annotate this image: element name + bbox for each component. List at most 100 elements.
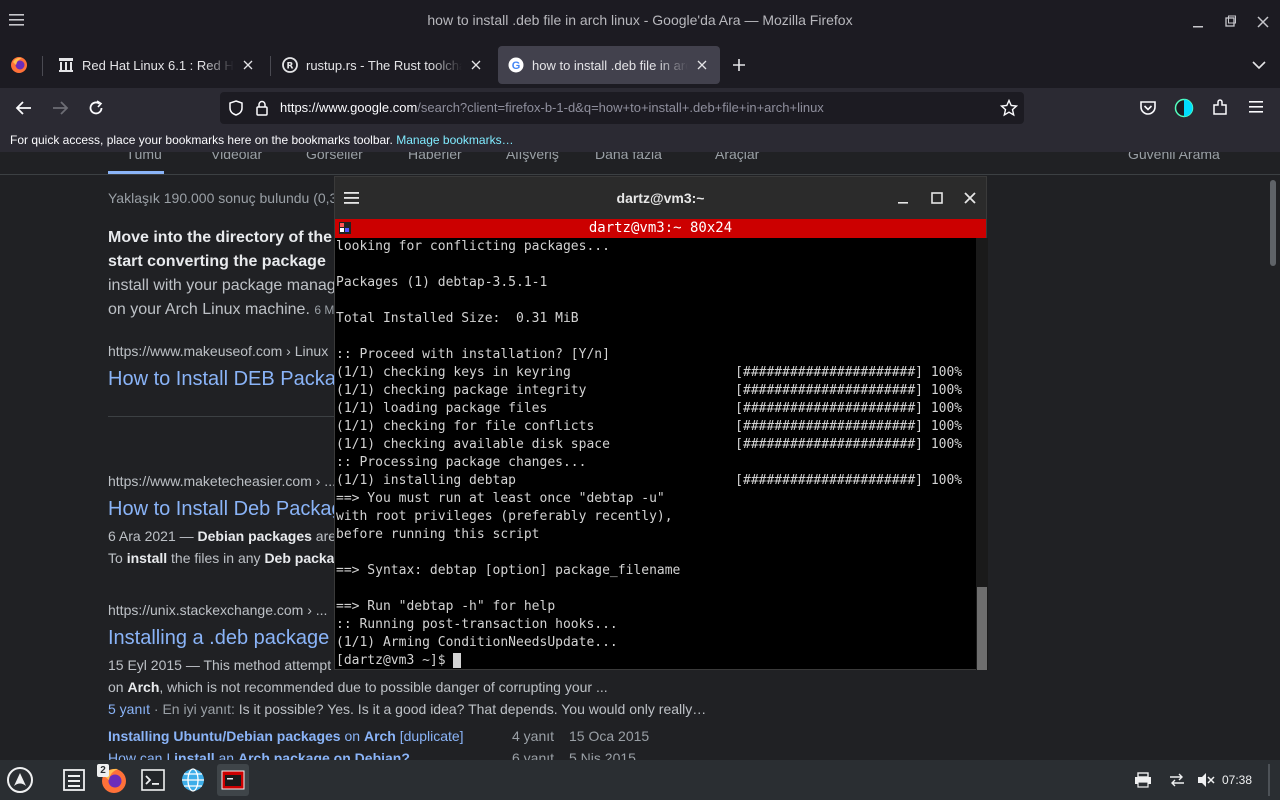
- terminal-line: (1/1) installing debtap [###############…: [336, 473, 963, 488]
- printer-icon[interactable]: [1134, 772, 1152, 788]
- tab-close-icon[interactable]: [468, 57, 484, 73]
- related-q-bold: Arch package on Debian?: [237, 750, 410, 760]
- terminal-app-icon: [339, 222, 351, 234]
- related-answers-count: 6 yanıt: [512, 750, 555, 760]
- tab-redhat[interactable]: Red Hat Linux 6.1 : Red Hat : Free: [48, 46, 266, 84]
- best-answer-prefix: · En iyi yanıt:: [150, 701, 239, 717]
- shield-icon[interactable]: [228, 100, 244, 116]
- tab-separator: [270, 56, 271, 76]
- related-q-bold: Arch: [363, 728, 396, 744]
- network-globe-icon[interactable]: [177, 764, 209, 796]
- result-text: the files in any: [167, 550, 265, 566]
- terminal-line: (1/1) checking for file conflicts [#####…: [336, 419, 963, 434]
- firefox-view-icon[interactable]: [10, 56, 28, 74]
- snippet-date: 6 M: [314, 303, 335, 317]
- url-text: https://www.google.com/search?client=fir…: [280, 100, 824, 115]
- close-icon[interactable]: [1253, 12, 1273, 32]
- terminal-line: Total Installed Size: 0.31 MiB: [336, 311, 579, 326]
- nav-tab-tools[interactable]: Araçlar: [715, 152, 759, 162]
- result-description: on Arch, which is not recommended due to…: [108, 679, 608, 695]
- terminal-close-icon[interactable]: [963, 191, 977, 205]
- clock[interactable]: 07:38: [1222, 773, 1252, 787]
- tab-close-icon[interactable]: [694, 57, 710, 73]
- tab-label: how to install .deb file in arch linux: [532, 57, 688, 73]
- bookmarks-hint: For quick access, place your bookmarks h…: [10, 133, 393, 147]
- forward-icon[interactable]: [51, 99, 69, 117]
- tab-rustup[interactable]: R rustup.rs - The Rust toolchain install…: [272, 46, 494, 84]
- manage-bookmarks-link[interactable]: Manage bookmarks…: [396, 133, 513, 147]
- network-disconnected-icon[interactable]: [1168, 772, 1186, 788]
- result-text: on: [108, 679, 128, 695]
- best-answer-text: Is it possible? Yes. Is it a good idea? …: [238, 701, 707, 717]
- back-icon[interactable]: [15, 99, 33, 117]
- terminal-line: ==> Syntax: debtap [option] package_file…: [336, 563, 681, 578]
- result-bold: Deb packa: [264, 550, 335, 566]
- firefox-taskbar-icon[interactable]: 2: [97, 764, 129, 796]
- terminal-line: ==> Run "debtap -h" for help: [336, 599, 556, 614]
- google-icon: G: [508, 57, 524, 73]
- svg-text:G: G: [512, 60, 521, 72]
- nav-tab-images[interactable]: Görseller: [306, 152, 363, 162]
- terminal-taskbar-icon[interactable]: [217, 764, 249, 796]
- terminal-scrollbar[interactable]: [976, 238, 988, 670]
- safe-search-button[interactable]: Güvenli Arama: [1128, 152, 1220, 162]
- result-title-link[interactable]: How to Install DEB Packa: [108, 368, 336, 391]
- maximize-icon[interactable]: [1220, 12, 1240, 32]
- result-divider: [108, 416, 338, 417]
- result-cite[interactable]: https://www.maketecheasier.com › ...: [108, 473, 336, 489]
- list-all-tabs-icon[interactable]: [1251, 57, 1267, 73]
- dark-reader-icon[interactable]: [1174, 98, 1194, 118]
- nav-tab-shopping[interactable]: Alışveriş: [506, 152, 559, 162]
- new-tab-icon[interactable]: [731, 57, 747, 73]
- result-cite[interactable]: https://unix.stackexchange.com › ...: [108, 602, 327, 618]
- nav-tab-news[interactable]: Haberler: [408, 152, 462, 162]
- terminal-line: ==> You must run at least once "debtap -…: [336, 491, 665, 506]
- result-bold: install: [126, 550, 168, 566]
- app-menu-icon[interactable]: [1248, 99, 1264, 115]
- result-cite[interactable]: https://www.makeuseof.com › Linux: [108, 343, 328, 359]
- url-host: https://www.google.com: [280, 100, 418, 115]
- result-title-link[interactable]: How to Install Deb Packag: [108, 498, 343, 521]
- terminal-line: (1/1) checking keys in keyring [########…: [336, 365, 963, 380]
- tab-google-search[interactable]: G how to install .deb file in arch linux: [498, 46, 720, 84]
- nav-tab-more[interactable]: Daha fazla: [595, 152, 662, 162]
- nav-tab-videos[interactable]: Videolar: [211, 152, 262, 162]
- app-launcher-icon[interactable]: [4, 764, 36, 796]
- terminal-line: :: Proceed with installation? [Y/n]: [336, 347, 610, 362]
- terminal-line: (1/1) checking package integrity [######…: [336, 383, 963, 398]
- page-scrollbar[interactable]: [1270, 180, 1276, 266]
- volume-muted-icon[interactable]: [1197, 772, 1215, 788]
- snippet-bold-1: Move into the directory of the: [108, 229, 333, 246]
- related-date: 5 Nis 2015: [569, 750, 636, 760]
- tab-close-icon[interactable]: [240, 57, 256, 73]
- related-date: 15 Oca 2015: [569, 728, 650, 744]
- lock-icon[interactable]: [255, 100, 269, 116]
- konsole-icon[interactable]: [137, 764, 169, 796]
- terminal-prompt-line[interactable]: [dartz@vm3 ~]$: [336, 652, 975, 670]
- extensions-icon[interactable]: [1211, 99, 1229, 117]
- tab-label: rustup.rs - The Rust toolchain installer: [306, 57, 462, 73]
- terminal-scroll-thumb[interactable]: [977, 587, 987, 670]
- bookmarks-toolbar: For quick access, place your bookmarks h…: [0, 128, 1280, 152]
- pocket-icon[interactable]: [1139, 99, 1157, 117]
- terminal-maximize-icon[interactable]: [930, 191, 944, 205]
- reload-icon[interactable]: [87, 99, 105, 117]
- related-q-bold: Installing Ubuntu/Debian packages: [108, 728, 341, 744]
- result-stats: Yaklaşık 190.000 sonuç bulundu (0,3: [108, 190, 338, 206]
- result-description: 15 Eyl 2015 — This method attempt: [108, 657, 332, 673]
- file-manager-icon[interactable]: [58, 764, 90, 796]
- minimize-icon[interactable]: [1188, 12, 1208, 32]
- terminal-output[interactable]: looking for conflicting packages... Packa…: [335, 238, 975, 670]
- url-bar[interactable]: https://www.google.com/search?client=fir…: [220, 92, 1024, 124]
- result-description: To install the files in any Deb packa: [108, 550, 334, 566]
- nav-tab-all[interactable]: Tümü: [126, 152, 162, 162]
- terminal-minimize-icon[interactable]: [896, 191, 910, 205]
- bookmark-star-icon[interactable]: [1000, 99, 1018, 117]
- answers-link[interactable]: 5 yanıt: [108, 701, 150, 717]
- result-bold: Debian packages: [197, 528, 312, 544]
- result-title-link[interactable]: Installing a .deb package: [108, 627, 329, 650]
